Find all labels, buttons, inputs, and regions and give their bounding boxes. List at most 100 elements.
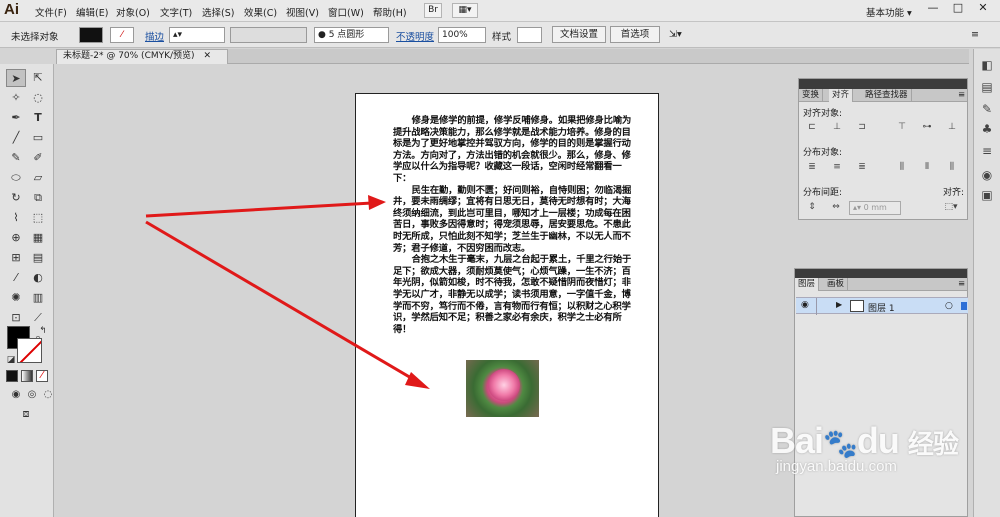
- tab-align[interactable]: 对齐: [829, 89, 854, 102]
- distribute-bottom-icon[interactable]: ≣: [855, 161, 869, 174]
- target-circle-icon[interactable]: ○: [945, 301, 953, 311]
- menu-window[interactable]: 窗口(W): [328, 5, 364, 19]
- magic-wand-tool-icon[interactable]: ✧: [6, 89, 26, 107]
- tab-artboards[interactable]: 画板: [824, 278, 849, 291]
- variable-width-profile[interactable]: [230, 27, 307, 43]
- panel-menu-icon[interactable]: ≡: [971, 29, 979, 40]
- stroke-link[interactable]: 描边: [145, 29, 164, 43]
- menu-edit[interactable]: 编辑(E): [76, 5, 108, 19]
- preferences-button[interactable]: 首选项: [610, 26, 660, 43]
- align-to-selection-icon[interactable]: ⬚▾: [941, 201, 961, 214]
- panel-menu-icon[interactable]: ≡: [955, 89, 968, 102]
- paintbrush-tool-icon[interactable]: ✎: [6, 149, 26, 167]
- mesh-tool-icon[interactable]: ⊞: [6, 249, 26, 267]
- warp-tool-icon[interactable]: ⌇: [6, 209, 26, 227]
- menu-view[interactable]: 视图(V): [286, 5, 319, 19]
- color-guide-icon[interactable]: ▤: [979, 79, 995, 95]
- distribute-hspace-icon[interactable]: ⇔: [829, 201, 843, 214]
- align-right-icon[interactable]: ⊐: [855, 121, 869, 134]
- spacing-field[interactable]: ▴▾ 0 mm: [849, 201, 901, 215]
- brush-definition[interactable]: ● 5 点圆形: [314, 27, 389, 43]
- artboard-tool-icon[interactable]: ⊡: [6, 309, 26, 327]
- stroke-swatch[interactable]: ⁄: [110, 27, 134, 43]
- lasso-tool-icon[interactable]: ◌: [28, 89, 48, 107]
- default-fill-stroke-icon[interactable]: ◪: [1, 351, 21, 369]
- align-hcenter-icon[interactable]: ⊥: [830, 121, 844, 134]
- rectangle-tool-icon[interactable]: ▭: [28, 129, 48, 147]
- eraser-tool-icon[interactable]: ▱: [28, 169, 48, 187]
- distribute-hcenter-icon[interactable]: ⫴: [920, 161, 934, 174]
- rotate-tool-icon[interactable]: ↻: [6, 189, 26, 207]
- arrange-documents-icon[interactable]: ▦▾: [452, 3, 478, 18]
- fill-swatch[interactable]: [79, 27, 103, 43]
- screen-mode-icon[interactable]: ⧈: [16, 405, 36, 423]
- menu-type[interactable]: 文字(T): [160, 5, 192, 19]
- tab-transform[interactable]: 变换: [799, 89, 824, 102]
- type-tool-icon[interactable]: T: [28, 109, 48, 127]
- document-tab[interactable]: 未标题-2* @ 70% (CMYK/预览) ✕: [56, 49, 228, 64]
- symbol-sprayer-tool-icon[interactable]: ✺: [6, 289, 26, 307]
- panel-menu-icon[interactable]: ≡: [955, 278, 968, 291]
- opacity-field[interactable]: 100%: [438, 27, 486, 43]
- color-panel-icon[interactable]: ◧: [979, 57, 995, 73]
- close-tab-icon[interactable]: ✕: [203, 51, 211, 61]
- panel-drag-bar[interactable]: [795, 269, 967, 278]
- scale-tool-icon[interactable]: ⧉: [28, 189, 48, 207]
- eyedropper-tool-icon[interactable]: ⁄: [6, 269, 26, 287]
- opacity-link[interactable]: 不透明度: [396, 29, 434, 43]
- distribute-right-icon[interactable]: ⫼: [945, 161, 959, 174]
- free-transform-tool-icon[interactable]: ⬚: [28, 209, 48, 227]
- color-mode-icon[interactable]: [6, 370, 18, 382]
- draw-inside-icon[interactable]: ◌: [38, 386, 58, 404]
- symbols-panel-icon[interactable]: ♣: [979, 121, 995, 137]
- layer-row[interactable]: ◉ ▶ 图层 1 ○: [796, 297, 968, 315]
- perspective-grid-tool-icon[interactable]: ▦: [28, 229, 48, 247]
- layer-name[interactable]: 图层 1: [868, 301, 895, 314]
- document-setup-button[interactable]: 文档设置: [552, 26, 606, 43]
- maximize-button[interactable]: □: [947, 1, 969, 16]
- distribute-vcenter-icon[interactable]: ≡: [830, 161, 844, 174]
- graphic-style-swatch[interactable]: [517, 27, 542, 43]
- visibility-eye-icon[interactable]: ◉: [801, 300, 809, 310]
- menu-file[interactable]: 文件(F): [35, 5, 67, 19]
- align-left-icon[interactable]: ⊏: [805, 121, 819, 134]
- gradient-mode-icon[interactable]: [21, 370, 33, 382]
- blend-tool-icon[interactable]: ◐: [28, 269, 48, 287]
- line-tool-icon[interactable]: ╱: [6, 129, 26, 147]
- distribute-vspace-icon[interactable]: ⇕: [805, 201, 819, 214]
- minimize-button[interactable]: —: [922, 1, 944, 16]
- menu-effect[interactable]: 效果(C): [244, 5, 277, 19]
- menu-object[interactable]: 对象(O): [116, 5, 150, 19]
- stroke-panel-icon[interactable]: ≡: [979, 143, 995, 159]
- tab-layers[interactable]: 图层: [795, 278, 820, 291]
- pencil-tool-icon[interactable]: ✐: [28, 149, 48, 167]
- graphic-styles-icon[interactable]: ▣: [979, 187, 995, 203]
- brushes-panel-icon[interactable]: ✎: [979, 101, 995, 117]
- bridge-icon[interactable]: Br: [424, 3, 442, 18]
- menu-select[interactable]: 选择(S): [202, 5, 234, 19]
- arrange-icon[interactable]: ⇲▾: [669, 29, 682, 40]
- pen-tool-icon[interactable]: ✒: [6, 109, 26, 127]
- lock-column[interactable]: [816, 298, 817, 315]
- tab-pathfinder[interactable]: 路径查找器: [862, 89, 912, 102]
- appearance-panel-icon[interactable]: ◉: [979, 167, 995, 183]
- panel-drag-bar[interactable]: [799, 79, 967, 89]
- gradient-tool-icon[interactable]: ▤: [28, 249, 48, 267]
- shape-builder-tool-icon[interactable]: ⊕: [6, 229, 26, 247]
- stroke-weight-field[interactable]: ▴▾: [169, 27, 225, 43]
- swap-fill-stroke-icon[interactable]: ↰: [33, 322, 53, 340]
- direct-selection-tool-icon[interactable]: ⇱: [28, 69, 48, 87]
- align-vcenter-icon[interactable]: ⊶: [920, 121, 934, 134]
- none-mode-icon[interactable]: ⁄: [36, 370, 48, 382]
- align-top-icon[interactable]: ⊤: [895, 121, 909, 134]
- blob-brush-tool-icon[interactable]: ⬭: [6, 169, 26, 187]
- menu-help[interactable]: 帮助(H): [373, 5, 407, 19]
- column-graph-tool-icon[interactable]: ▥: [28, 289, 48, 307]
- align-bottom-icon[interactable]: ⊥: [945, 121, 959, 134]
- workspace-switcher[interactable]: 基本功能 ▾: [866, 5, 912, 19]
- distribute-left-icon[interactable]: ⫼: [895, 161, 909, 174]
- distribute-top-icon[interactable]: ≣: [805, 161, 819, 174]
- expand-triangle-icon[interactable]: ▶: [836, 300, 842, 309]
- peony-image[interactable]: [466, 360, 539, 417]
- selection-tool-icon[interactable]: ➤: [6, 69, 26, 87]
